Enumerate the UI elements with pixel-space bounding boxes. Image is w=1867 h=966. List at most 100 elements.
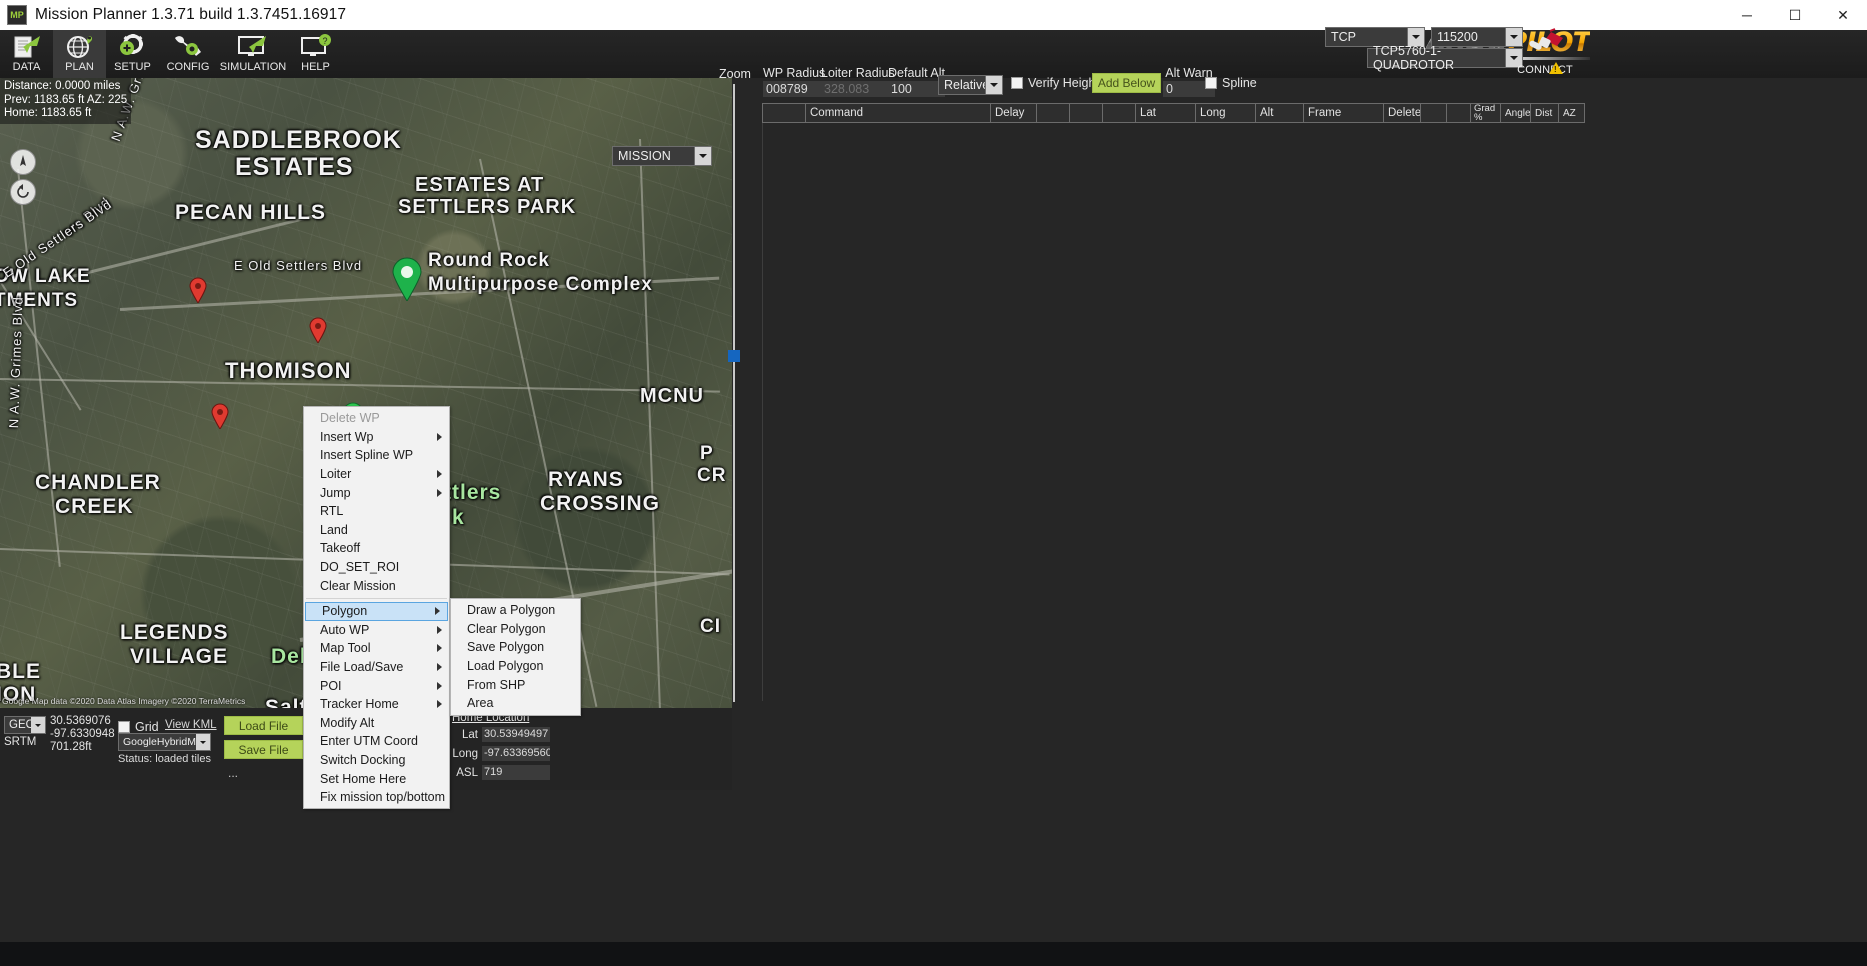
home-alt-value[interactable]: 719 bbox=[482, 765, 550, 780]
menu-item-file-load-save[interactable]: File Load/Save bbox=[304, 658, 449, 677]
verify-height-checkbox[interactable]: Verify Height bbox=[1011, 76, 1099, 90]
home-long-value[interactable]: -97.63369560 bbox=[482, 746, 550, 761]
frame-mode-dropdown[interactable]: Relative bbox=[938, 75, 1003, 95]
column-header-alt[interactable]: Alt bbox=[1256, 103, 1304, 123]
menu-item-clear-mission[interactable]: Clear Mission bbox=[304, 576, 449, 595]
default-alt-field[interactable]: Default Alt 100 bbox=[888, 66, 945, 97]
chevron-down-icon[interactable] bbox=[31, 717, 45, 733]
menu-item-loiter[interactable]: Loiter bbox=[304, 465, 449, 484]
geo-format-dropdown[interactable]: GEO bbox=[4, 716, 46, 734]
menu-item-switch-docking[interactable]: Switch Docking bbox=[304, 751, 449, 770]
home-lat-value[interactable]: 30.53949497 bbox=[482, 727, 550, 742]
column-header-p2[interactable] bbox=[1037, 103, 1070, 123]
submenu-item-save-polygon[interactable]: Save Polygon bbox=[451, 638, 580, 657]
menu-item-auto-wp[interactable]: Auto WP bbox=[304, 621, 449, 640]
device-dropdown[interactable]: TCP5760-1-QUADROTOR bbox=[1367, 48, 1523, 68]
mission-type-dropdown[interactable]: MISSION bbox=[612, 146, 712, 166]
waypoint-marker-1[interactable] bbox=[189, 277, 207, 303]
menu-item-label: Jump bbox=[320, 486, 351, 500]
menu-item-jump[interactable]: Jump bbox=[304, 483, 449, 502]
toolbar-item-setup[interactable]: SETUP bbox=[106, 30, 159, 78]
wp-radius-field[interactable]: WP Radius 008789 bbox=[763, 66, 825, 97]
map-context-menu[interactable]: Delete WPInsert WpInsert Spline WPLoiter… bbox=[303, 406, 450, 809]
menu-item-do-set-roi[interactable]: DO_SET_ROI bbox=[304, 558, 449, 577]
column-header-grad[interactable]: Grad % bbox=[1471, 103, 1501, 123]
column-header-p3[interactable] bbox=[1070, 103, 1103, 123]
menu-item-insert-spline-wp[interactable]: Insert Spline WP bbox=[304, 446, 449, 465]
submenu-arrow-icon bbox=[437, 489, 442, 497]
loiter-radius-field[interactable]: Loiter Radius 328.083 bbox=[821, 66, 895, 97]
loiter-radius-value[interactable]: 328.083 bbox=[821, 81, 895, 97]
submenu-item-label: Draw a Polygon bbox=[467, 603, 555, 617]
wp-radius-label: WP Radius bbox=[763, 66, 825, 80]
spline-checkbox[interactable]: Spline bbox=[1205, 76, 1257, 90]
column-header-p4[interactable] bbox=[1103, 103, 1136, 123]
submenu-item-area[interactable]: Area bbox=[451, 694, 580, 713]
column-header-index[interactable] bbox=[762, 103, 806, 123]
home-marker[interactable] bbox=[392, 257, 422, 301]
zoom-slider-thumb[interactable] bbox=[728, 350, 740, 362]
menu-item-fix-mission-top-bottom[interactable]: Fix mission top/bottom bbox=[304, 788, 449, 807]
menu-item-poi[interactable]: POI bbox=[304, 676, 449, 695]
submenu-arrow-icon bbox=[435, 607, 440, 615]
toolbar-item-simulation[interactable]: SIMULATION bbox=[217, 30, 289, 78]
column-header-lat[interactable]: Lat bbox=[1136, 103, 1196, 123]
column-header-long[interactable]: Long bbox=[1196, 103, 1256, 123]
menu-item-set-home-here[interactable]: Set Home Here bbox=[304, 769, 449, 788]
column-header-angle[interactable]: Angle bbox=[1501, 103, 1531, 123]
waypoint-table-body[interactable] bbox=[762, 123, 1867, 701]
menu-item-map-tool[interactable]: Map Tool bbox=[304, 639, 449, 658]
menu-item-tracker-home[interactable]: Tracker Home bbox=[304, 695, 449, 714]
view-kml-link[interactable]: View KML bbox=[165, 719, 217, 731]
connect-button[interactable]: CONNECT bbox=[1508, 28, 1582, 74]
overflow-dots[interactable]: ... bbox=[228, 766, 238, 780]
load-file-button[interactable]: Load File bbox=[224, 716, 303, 735]
chevron-down-icon[interactable] bbox=[694, 147, 711, 165]
waypoint-table[interactable]: Command Delay Lat Long Alt Frame Delete … bbox=[762, 103, 1867, 703]
zoom-slider[interactable] bbox=[727, 78, 741, 708]
column-header-command[interactable]: Command bbox=[806, 103, 991, 123]
map-provider-dropdown[interactable]: GoogleHybridMap bbox=[118, 733, 211, 751]
save-file-label: Save File bbox=[238, 743, 288, 757]
column-header-dist[interactable]: Dist bbox=[1531, 103, 1559, 123]
chevron-down-icon[interactable] bbox=[985, 76, 1002, 94]
add-below-button[interactable]: Add Below bbox=[1092, 73, 1161, 93]
checkbox-box[interactable] bbox=[1205, 77, 1217, 89]
menu-item-enter-utm-coord[interactable]: Enter UTM Coord bbox=[304, 732, 449, 751]
menu-item-polygon[interactable]: Polygon bbox=[305, 602, 448, 621]
toolbar-item-help[interactable]: ? HELP bbox=[289, 30, 342, 78]
submenu-item-from-shp[interactable]: From SHP bbox=[451, 675, 580, 694]
maximize-button[interactable]: ☐ bbox=[1771, 0, 1819, 30]
menu-item-rtl[interactable]: RTL bbox=[304, 502, 449, 521]
column-header-az[interactable]: AZ bbox=[1559, 103, 1585, 123]
submenu-item-clear-polygon[interactable]: Clear Polygon bbox=[451, 620, 580, 639]
waypoint-marker-2[interactable] bbox=[309, 317, 327, 343]
toolbar-item-plan[interactable]: PLAN bbox=[53, 30, 106, 78]
column-header-delete[interactable]: Delete bbox=[1384, 103, 1421, 123]
menu-item-modify-alt[interactable]: Modify Alt bbox=[304, 714, 449, 733]
checkbox-box[interactable] bbox=[1011, 77, 1023, 89]
polygon-submenu[interactable]: Draw a Polygon Clear PolygonSave PolygonL… bbox=[450, 598, 581, 716]
toolbar-item-config[interactable]: CONFIG bbox=[159, 30, 217, 78]
menu-item-land[interactable]: Land bbox=[304, 521, 449, 540]
submenu-item-load-polygon[interactable]: Load Polygon bbox=[451, 657, 580, 676]
waypoint-marker-3[interactable] bbox=[211, 403, 229, 429]
checkbox-box[interactable] bbox=[118, 721, 130, 733]
minimize-button[interactable]: ─ bbox=[1723, 0, 1771, 30]
menu-item-insert-wp[interactable]: Insert Wp bbox=[304, 428, 449, 447]
column-header-delay[interactable]: Delay bbox=[991, 103, 1037, 123]
close-button[interactable]: ✕ bbox=[1819, 0, 1867, 30]
chevron-down-icon[interactable] bbox=[196, 734, 210, 750]
wp-radius-value[interactable]: 008789 bbox=[763, 81, 825, 97]
submenu-item-draw-a-polygon[interactable]: Draw a Polygon bbox=[451, 601, 580, 620]
toolbar-item-data[interactable]: DATA bbox=[0, 30, 53, 78]
default-alt-value[interactable]: 100 bbox=[888, 81, 945, 97]
column-header-frame[interactable]: Frame bbox=[1304, 103, 1384, 123]
column-header-down[interactable] bbox=[1447, 103, 1471, 123]
rotate-icon[interactable] bbox=[10, 179, 36, 205]
save-file-button[interactable]: Save File bbox=[224, 740, 303, 759]
column-header-up[interactable] bbox=[1421, 103, 1447, 123]
grid-checkbox[interactable]: Grid bbox=[118, 720, 159, 734]
menu-item-takeoff[interactable]: Takeoff bbox=[304, 539, 449, 558]
compass-icon[interactable] bbox=[10, 149, 36, 175]
